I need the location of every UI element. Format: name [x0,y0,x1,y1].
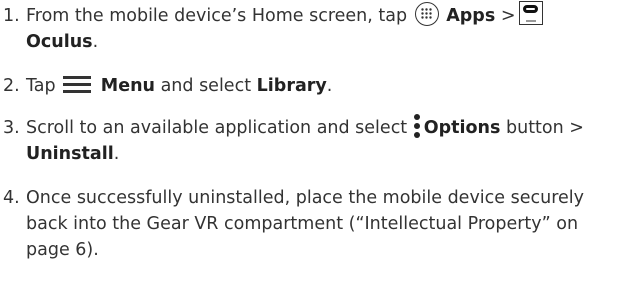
step-text: From the mobile device’s Home screen, ta… [26,1,543,55]
step-text-part: Scroll to an available application and s… [26,118,408,138]
step-number: 2. [3,76,20,96]
step-text: Scroll to an available application and s… [26,114,584,167]
step-number: 3. [3,118,20,138]
step-number: 1. [3,6,20,26]
separator: > [500,6,516,26]
step-line: back into the Gear VR compartment (“Inte… [26,214,579,234]
step-text-part: and select [160,76,252,96]
step-line: Once successfully uninstalled, place the… [26,188,585,208]
step-text: Once successfully uninstalled, place the… [26,185,584,263]
step-line: page 6). [26,240,99,260]
period: . [326,76,333,96]
oculus-app-icon [518,1,543,25]
period: . [113,144,120,164]
apps-grid-icon [414,2,439,26]
options-label: Options [423,118,501,138]
hamburger-menu-icon [63,75,92,93]
step-text-part: Tap [26,76,56,96]
step-number: 4. [3,188,20,208]
step-text: Tap Menu and select Library. [26,73,332,99]
instruction-steps: 1. From the mobile device’s Home screen,… [0,0,633,282]
period: . [92,32,99,52]
library-label: Library [256,76,327,96]
step-text-part: From the mobile device’s Home screen, ta… [26,6,408,26]
more-options-icon [413,114,421,138]
step-text-part: button > [506,118,584,138]
apps-label: Apps [446,6,496,26]
uninstall-label: Uninstall [26,144,114,164]
oculus-label: Oculus [26,32,93,52]
menu-label: Menu [100,76,155,96]
